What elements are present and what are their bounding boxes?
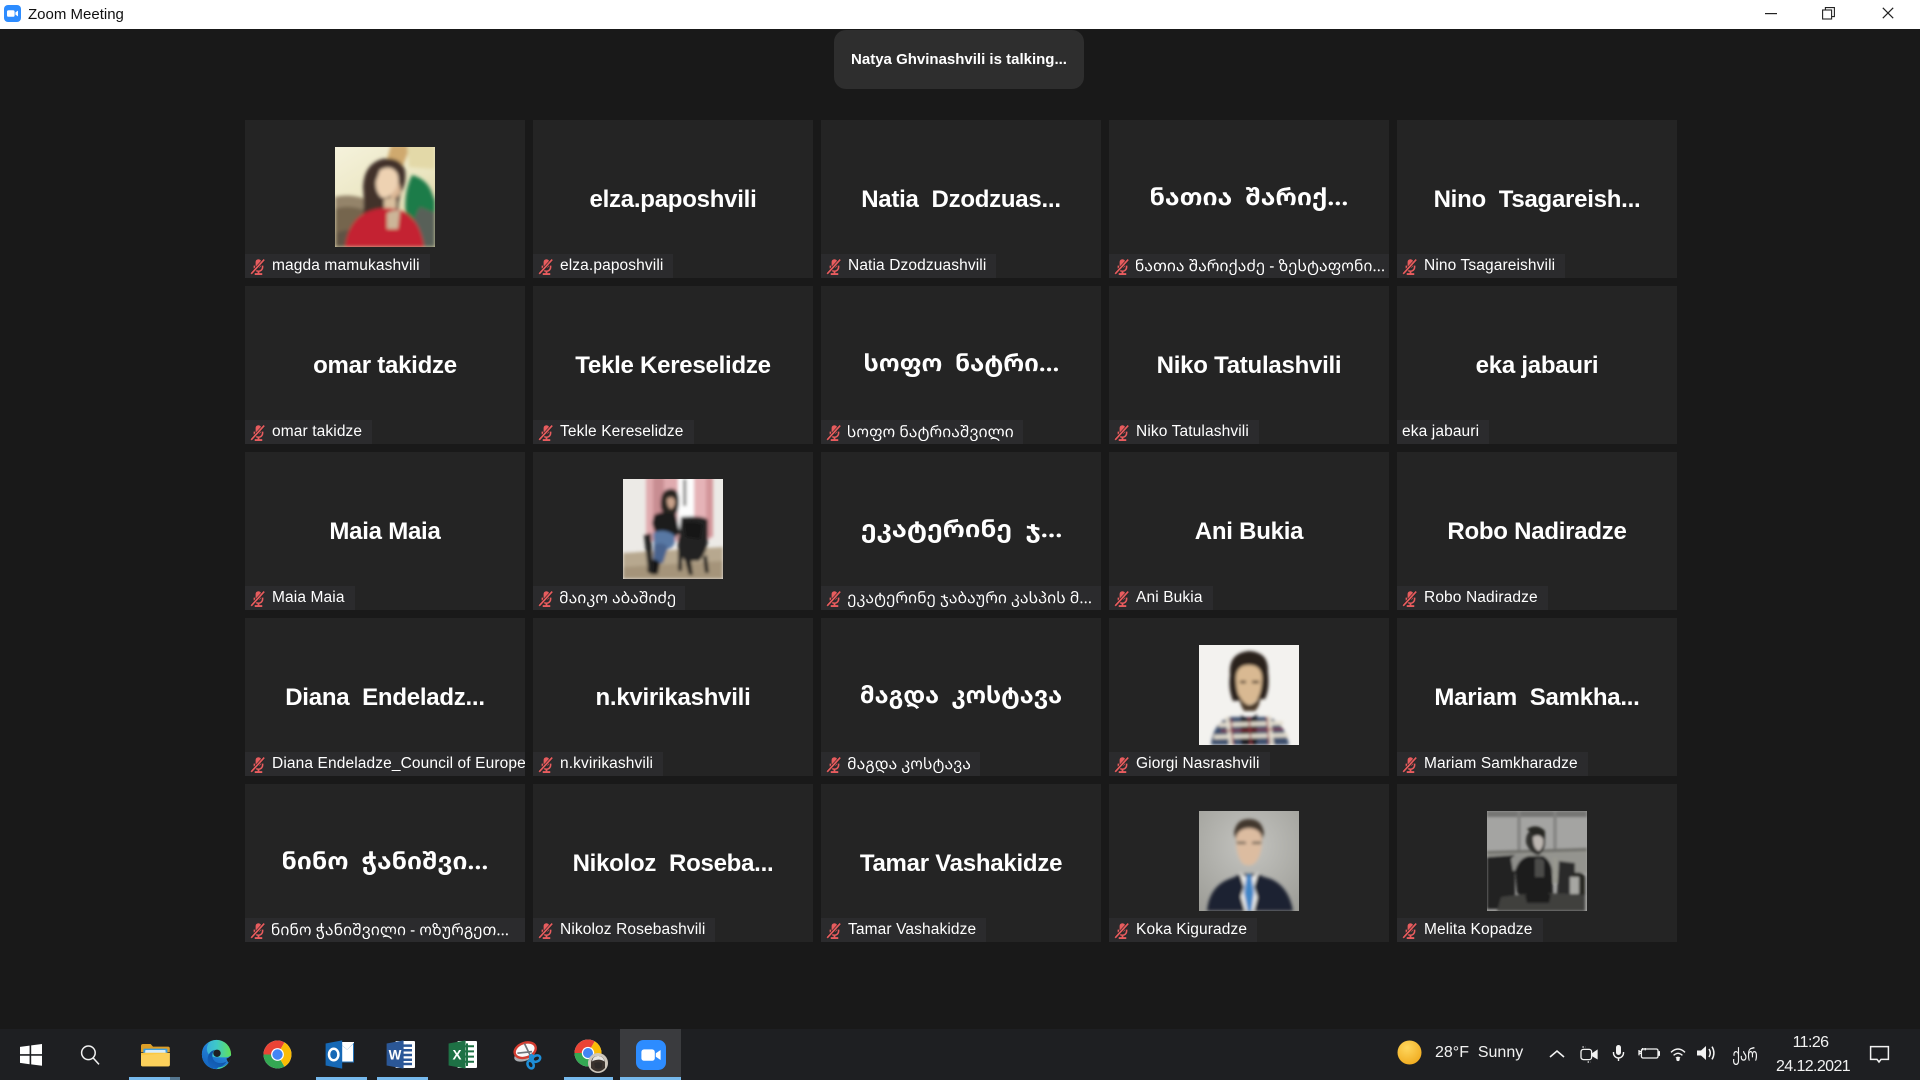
svg-text:W: W bbox=[389, 1048, 402, 1063]
svg-text:X: X bbox=[452, 1048, 461, 1063]
